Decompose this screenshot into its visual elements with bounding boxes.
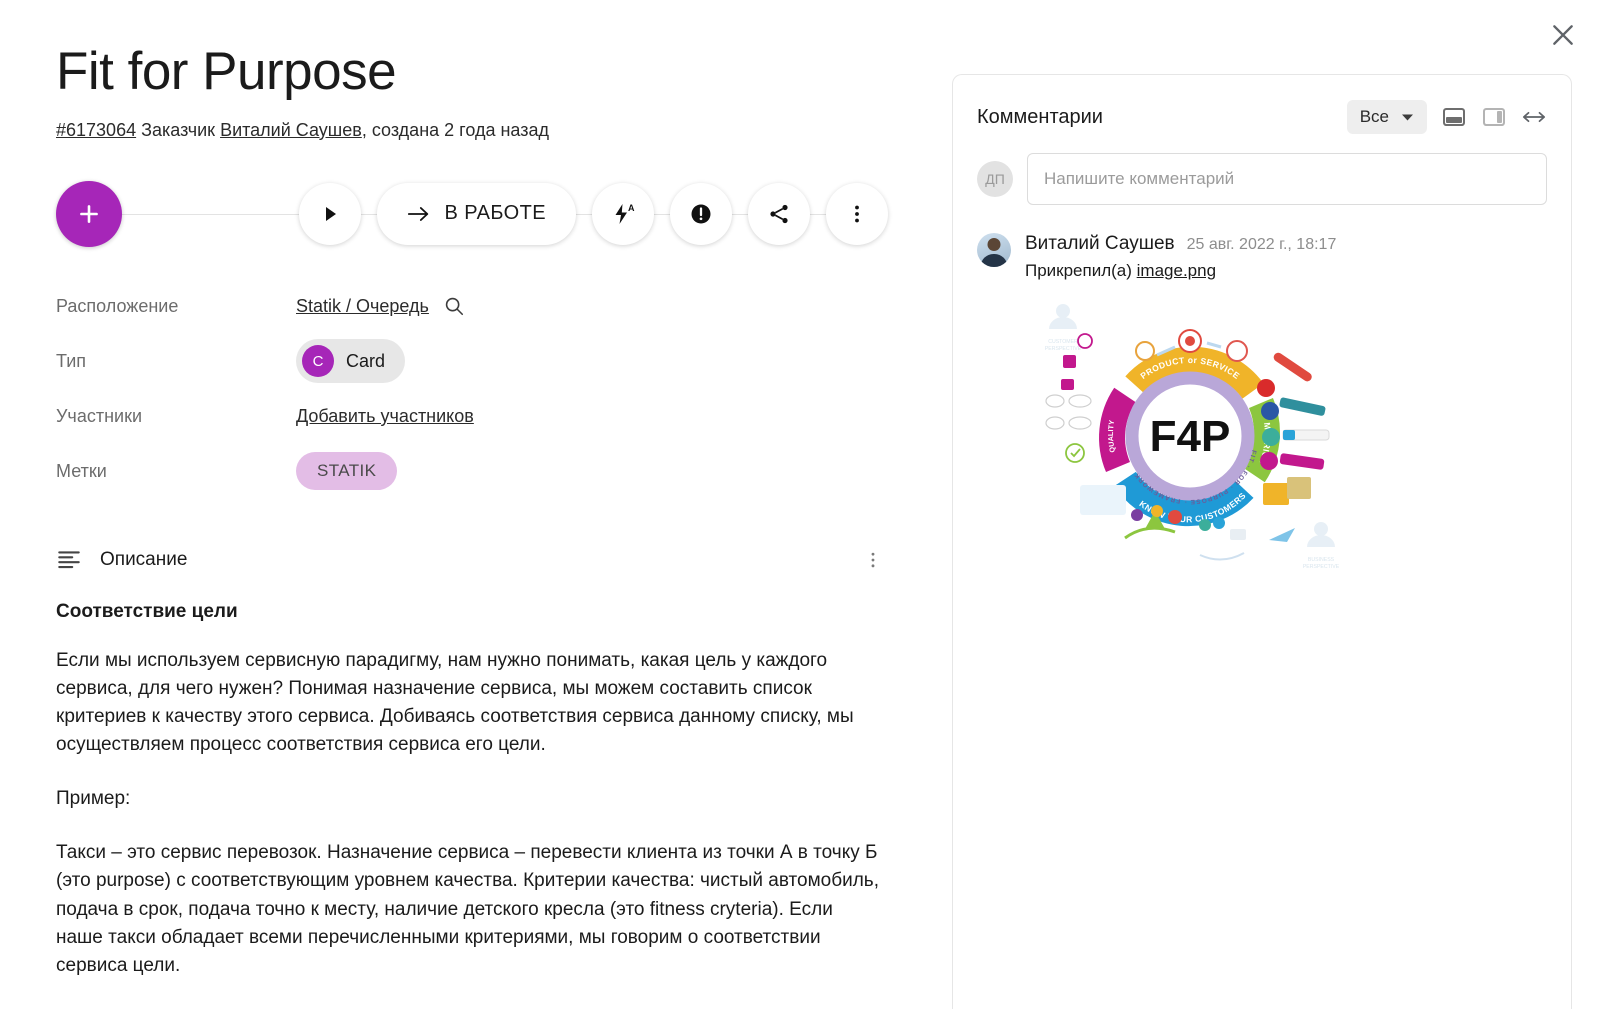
priority-button[interactable] [670,182,732,245]
field-label-participants: Участники [56,405,142,426]
add-button[interactable] [56,180,122,247]
comments-toolbar: Все [1346,100,1547,134]
description-header: Описание [56,545,888,579]
description-body: Соответствие цели Если мы используем сер… [56,601,884,980]
comments-panel: Комментарии Все ДП Напишите комментарий … [952,74,1572,1009]
more-vertical-icon [855,205,859,223]
share-icon [770,204,788,223]
priority-exclamation-icon [691,204,711,224]
type-pill[interactable]: C Card [296,339,406,384]
comments-filter-value: Все [1359,107,1389,126]
field-value-type: C Card [296,339,406,384]
svg-text:PERSPECTIVE: PERSPECTIVE [1303,564,1340,570]
requester-label: Заказчик [141,119,216,140]
close-button[interactable] [1542,14,1584,56]
chevron-down-icon [1402,114,1413,120]
f4p-framework-infographic: CUSTOMER PERSPECTIVE BUSINESS PERSPECTIV… [1045,304,1340,570]
field-row-tags: Метки STATIK [56,444,888,499]
play-button[interactable] [298,182,361,245]
avatar-body [980,254,1008,267]
left-right-arrows-icon [1522,111,1546,123]
comments-header: Комментарии Все [977,97,1547,137]
description-paragraph: Такси – это сервис перевозок. Назначение… [56,842,879,976]
field-row-type: Тип C Card [56,334,888,389]
requester-link[interactable]: Виталий Саушев [220,120,362,140]
svg-text:A: A [628,203,635,213]
task-id-link[interactable]: #6173064 [56,120,136,140]
comment-input[interactable] [1027,153,1547,205]
task-action-toolbar: В РАБОТЕ A [56,171,888,257]
tag-statik[interactable]: STATIK [296,452,398,491]
add-participants-link[interactable]: Добавить участников [296,406,474,427]
share-button[interactable] [748,182,810,245]
plus-icon [80,204,98,223]
layout-horizontal-split-icon [1443,108,1465,126]
field-label-tags: Метки [56,460,107,481]
status-label: В РАБОТЕ [444,202,546,225]
comment-author: Виталий Саушев [1025,233,1175,254]
layout-vertical-split-icon [1483,108,1505,126]
business-perspective-icon: BUSINESS PERSPECTIVE [1303,522,1340,570]
expand-panel-button[interactable] [1521,104,1547,130]
comment-timestamp: 25 авг. 2022 г., 18:17 [1186,236,1337,253]
type-name: Card [346,350,386,371]
field-value-location: Statik / Очередь [296,295,465,317]
customer-perspective-icon: CUSTOMER PERSPECTIVE [1045,304,1082,352]
lightning-a-icon: A [615,203,635,224]
f4p-center-label: F4P [1150,412,1231,461]
svg-text:BUSINESS: BUSINESS [1308,557,1335,563]
created-text: , создана 2 года назад [361,119,549,140]
task-detail-page: Fit for Purpose #6173064 Заказчик Витали… [0,0,1600,1009]
field-row-participants: Участники Добавить участников [56,389,888,444]
status-button[interactable]: В РАБОТЕ [376,182,576,245]
attachment-link[interactable]: image.png [1137,261,1216,280]
arrow-right-icon [407,206,428,221]
comments-title: Комментарии [977,105,1103,128]
avatar: ДП [977,161,1013,197]
comment-compose-row: ДП [977,153,1547,205]
description-menu-button[interactable] [858,545,888,575]
comment-attachment-line: Прикрепил(а) image.png [1025,261,1547,281]
close-icon [1553,25,1573,45]
layout-horizontal-button[interactable] [1441,104,1467,130]
comment-attachment-image[interactable]: CUSTOMER PERSPECTIVE BUSINESS PERSPECTIV… [1025,293,1355,578]
attachment-prefix: Прикрепил(а) [1025,261,1132,280]
task-subline: #6173064 Заказчик Виталий Саушев, создан… [56,118,888,143]
task-fields: Расположение Statik / Очередь Тип C Card [56,279,888,499]
field-label-type: Тип [56,350,87,371]
description-title: Описание [100,548,188,570]
description-paragraph: Пример: [56,788,131,810]
more-actions-button[interactable] [826,182,888,245]
field-label-location: Расположение [56,295,179,316]
description-paragraph: Если мы используем сервисную парадигму, … [56,649,854,756]
description-subtitle: Соответствие цели [56,600,238,622]
task-main-column: Fit for Purpose #6173064 Заказчик Витали… [0,0,944,1009]
type-badge: C [302,345,334,378]
field-value-participants: Добавить участников [296,406,474,427]
comment-body: Виталий Саушев 25 авг. 2022 г., 18:17 Пр… [1025,233,1547,578]
more-vertical-icon [871,552,875,568]
page-title: Fit for Purpose [56,42,397,101]
svg-text:PERSPECTIVE: PERSPECTIVE [1045,346,1082,352]
automation-button[interactable]: A [592,182,654,245]
field-value-tags: STATIK [296,452,398,491]
location-link[interactable]: Statik / Очередь [296,296,429,317]
layout-vertical-button[interactable] [1481,104,1507,130]
avatar-head [987,238,1001,251]
svg-text:CUSTOMER: CUSTOMER [1048,339,1078,345]
comments-filter-select[interactable]: Все [1346,100,1427,134]
play-icon [325,206,336,221]
avatar [977,233,1011,267]
comment-meta: Виталий Саушев 25 авг. 2022 г., 18:17 [1025,233,1547,255]
field-row-location: Расположение Statik / Очередь [56,279,888,334]
search-icon[interactable] [443,295,465,317]
comment-item: Виталий Саушев 25 авг. 2022 г., 18:17 Пр… [977,233,1547,578]
description-lines-icon [58,551,80,568]
